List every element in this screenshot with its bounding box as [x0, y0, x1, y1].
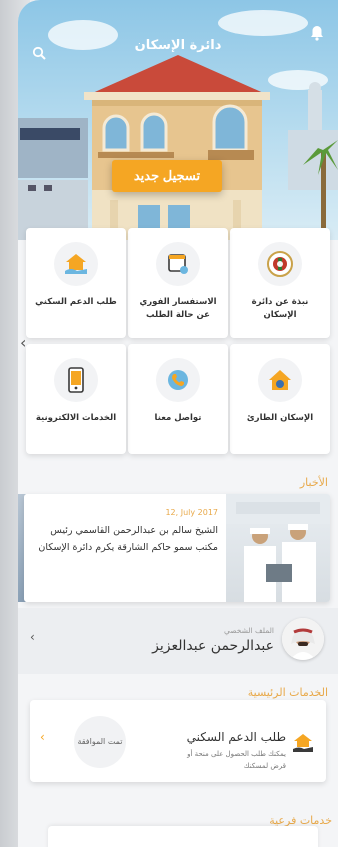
bell-icon[interactable]: [306, 22, 328, 44]
app-screen: دائرة الإسكان تسجيل جديد نبذة عن دائرة ا…: [18, 0, 338, 847]
tile-label: الإسكان الطارئ: [246, 413, 314, 423]
register-button[interactable]: تسجيل جديد: [112, 160, 222, 192]
hero-banner: دائرة الإسكان تسجيل جديد: [18, 0, 338, 240]
tile-housing-support-request[interactable]: طلب الدعم السكني: [26, 228, 126, 338]
mobile-icon: [54, 358, 98, 402]
tile-label: تواصل معنا: [154, 413, 202, 423]
tile-about-department[interactable]: نبذة عن دائرة الإسكان: [230, 228, 330, 338]
tile-label: طلب الدعم السكني: [35, 297, 117, 307]
emergency-house-icon: [258, 358, 302, 402]
house-illustration: [18, 55, 338, 240]
profile-name: عبدالرحمن عبدالعزيز: [152, 638, 274, 654]
services-grid: نبذة عن دائرة الإسكان الاستفسار الفوري ع…: [22, 228, 338, 456]
news-headline: الشيخ سالم بن عبدالرحمن القاسمي رئيس مكت…: [38, 525, 218, 553]
tile-label: الاستفسار الفوري عن حالة الطلب: [139, 297, 217, 320]
avatar: [282, 618, 324, 660]
main-service-card[interactable]: طلب الدعم السكني يمكنك طلب الحصول على من…: [30, 700, 326, 782]
inquiry-window-icon: [156, 242, 200, 286]
chevron-left-icon[interactable]: ‹: [20, 333, 26, 352]
chevron-left-icon[interactable]: ‹: [30, 630, 35, 644]
phone-icon: [156, 358, 200, 402]
house-hand-icon: [54, 242, 98, 286]
main-services-title: الخدمات الرئيسية: [247, 686, 328, 699]
chevron-left-icon[interactable]: ‹: [40, 730, 45, 744]
tile-instant-inquiry[interactable]: الاستفسار الفوري عن حالة الطلب: [128, 228, 228, 338]
emblem-icon: [258, 242, 302, 286]
profile-label: الملف الشخصي: [224, 626, 274, 635]
house-hand-icon: [292, 732, 314, 754]
news-photo: [226, 494, 330, 602]
news-card[interactable]: 12, July 2017 الشيخ سالم بن عبدالرحمن ال…: [24, 494, 330, 602]
page-title: دائرة الإسكان: [134, 38, 222, 53]
tile-contact-us[interactable]: تواصل معنا: [128, 344, 228, 454]
service-title: طلب الدعم السكني: [186, 730, 286, 744]
status-badge: تمت الموافقة: [74, 716, 126, 768]
search-icon[interactable]: [28, 42, 50, 64]
tile-label: نبذة عن دائرة الإسكان: [251, 297, 309, 320]
tile-label: الخدمات الالكترونية: [35, 413, 117, 423]
tile-emergency-housing[interactable]: الإسكان الطارئ: [230, 344, 330, 454]
profile-bar[interactable]: الملف الشخصي عبدالرحمن عبدالعزيز ‹: [18, 608, 338, 674]
news-date: 12, July 2017: [165, 508, 218, 517]
sub-service-card[interactable]: [48, 826, 318, 847]
tile-e-services[interactable]: الخدمات الالكترونية: [26, 344, 126, 454]
news-section-title: الأخبار: [299, 476, 328, 489]
service-description: يمكنك طلب الحصول على منحة أو قرض لمسكنك: [187, 750, 286, 770]
